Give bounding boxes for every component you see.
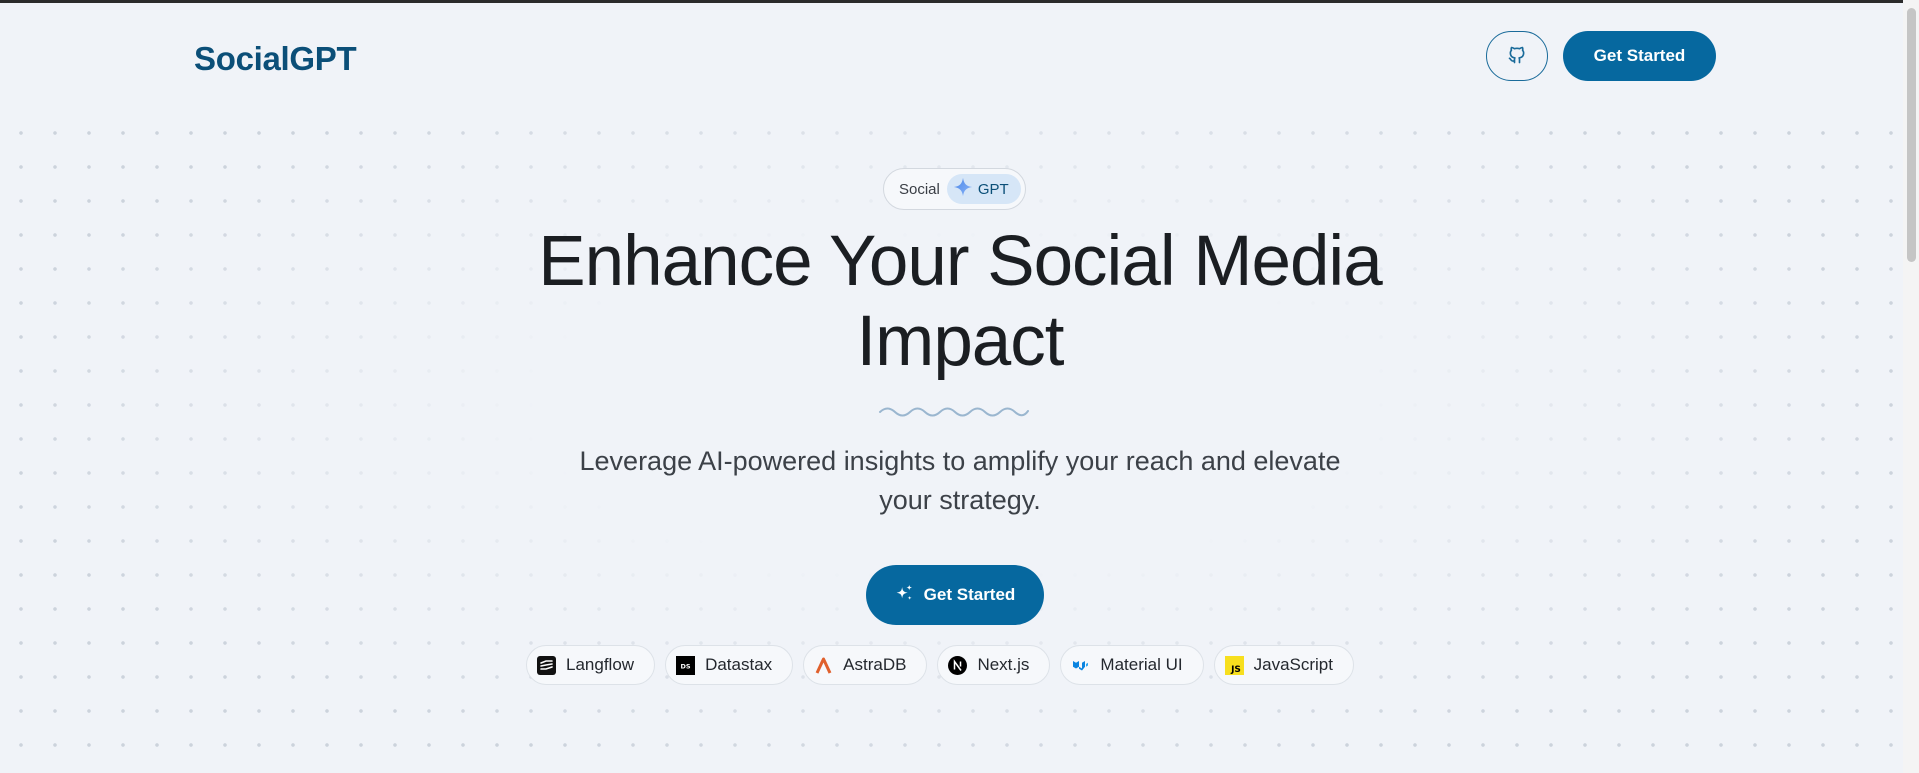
svg-text:JS: JS (1230, 665, 1241, 675)
subtitle-line-1: Leverage AI-powered insights to amplify … (579, 446, 1341, 476)
hero-cta-label: Get Started (923, 585, 1016, 604)
wave-divider (879, 407, 1029, 417)
tech-chip-astradb[interactable]: AstraDB (803, 645, 928, 685)
tech-chip-javascript[interactable]: JS JavaScript (1213, 645, 1354, 685)
astradb-icon (814, 656, 833, 675)
tech-chip-label: JavaScript (1253, 655, 1333, 674)
material-ui-icon (1071, 656, 1090, 675)
tech-chip-datastax[interactable]: DS Datastax (665, 645, 794, 685)
langflow-icon (537, 655, 556, 675)
badge-pill-text: GPT (977, 180, 1009, 198)
social-gpt-badge: Social GPT (883, 168, 1026, 210)
tech-chip-material-ui[interactable]: Material UI (1060, 645, 1204, 685)
page: SocialGPT Get Started Social GPT Enhance… (0, 0, 1919, 773)
tech-stack-list: Langflow DS Datastax AstraDB Next.js Mat… (526, 645, 1354, 685)
hero-headline: Enhance Your Social Media Impact (460, 222, 1460, 382)
scrollbar[interactable] (1903, 0, 1919, 773)
hero-get-started-button[interactable]: Get Started (866, 565, 1044, 625)
tech-chip-langflow[interactable]: Langflow (526, 645, 656, 685)
github-icon (1507, 45, 1527, 68)
header-get-started-button[interactable]: Get Started (1563, 31, 1716, 81)
github-button[interactable] (1486, 31, 1548, 81)
headline-line-2: Impact (856, 302, 1064, 381)
sparkle-icon (953, 177, 973, 202)
hero-subtitle: Leverage AI-powered insights to amplify … (540, 442, 1380, 520)
badge-pill: GPT (946, 174, 1021, 204)
sparkles-icon (895, 584, 914, 606)
logo[interactable]: SocialGPT (194, 40, 357, 78)
svg-text:DS: DS (681, 662, 691, 670)
tech-chip-label: Next.js (977, 655, 1030, 674)
window-top-border (0, 0, 1919, 3)
javascript-icon: JS (1224, 655, 1244, 675)
tech-chip-label: AstraDB (843, 655, 907, 674)
scrollbar-thumb[interactable] (1907, 8, 1916, 262)
tech-chip-label: Langflow (566, 655, 635, 674)
datastax-icon: DS (676, 655, 696, 675)
tech-chip-label: Datastax (705, 655, 773, 674)
tech-chip-nextjs[interactable]: Next.js (937, 645, 1051, 685)
subtitle-line-2: your strategy. (879, 485, 1041, 515)
headline-line-1: Enhance Your Social Media (538, 222, 1382, 301)
tech-chip-label: Material UI (1100, 655, 1183, 674)
nextjs-icon (948, 655, 968, 675)
badge-text: Social (899, 180, 940, 198)
